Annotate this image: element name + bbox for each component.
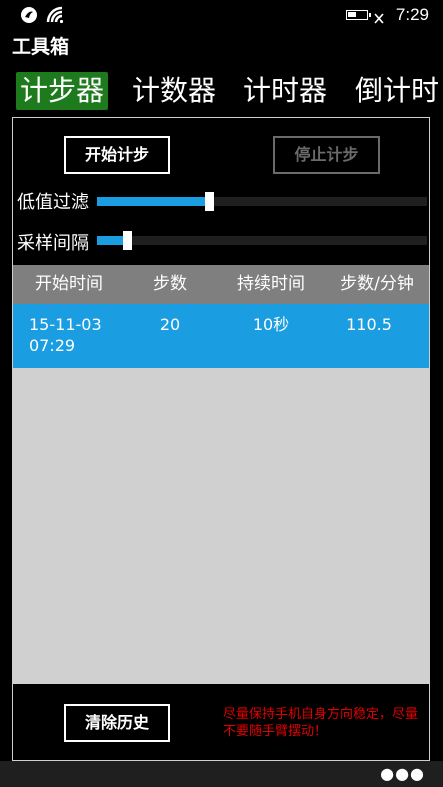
panel-footer: 清除历史 尽量保持手机自身方向稳定，尽量不要随手臂摆动！ (13, 684, 429, 760)
tab-counter[interactable]: 计数器 (132, 72, 216, 110)
stop-counting-button[interactable]: 停止计步 (273, 136, 380, 174)
column-header-duration: 持续时间 (237, 274, 305, 294)
battery-level (348, 12, 356, 17)
column-header-start-time: 开始时间 (35, 274, 103, 294)
tab-countdown[interactable]: 倒计时 (355, 72, 439, 110)
column-header-steps-per-minute: 步数/分钟 (340, 274, 414, 294)
notification-icon (20, 6, 38, 28)
tab-pedometer[interactable]: 计步器 (16, 72, 109, 110)
low-filter-label: 低值过滤 (17, 192, 89, 213)
signal-icon (46, 6, 66, 28)
low-filter-slider-fill (97, 197, 210, 206)
sample-interval-slider[interactable] (97, 231, 427, 250)
charging-x-icon (374, 9, 384, 28)
usage-tip: 尽量保持手机自身方向稳定，尽量不要随手臂摆动！ (223, 707, 419, 739)
sample-interval-label: 采样间隔 (17, 233, 89, 254)
history-row[interactable]: 15-11-03 07:29 20 10秒 110.5 (13, 304, 429, 368)
low-filter-slider[interactable] (97, 192, 427, 211)
tab-timer[interactable]: 计时器 (243, 72, 327, 110)
history-list-area[interactable] (13, 368, 429, 684)
app-title: 工具箱 (12, 36, 70, 58)
cell-start-time: 15-11-03 07:29 (29, 315, 102, 355)
status-bar: 7:29 (0, 0, 443, 32)
sample-interval-slider-thumb[interactable] (122, 231, 132, 250)
history-table-header: 开始时间 步数 持续时间 步数/分钟 (13, 265, 429, 304)
cell-steps-per-minute: 110.5 (346, 315, 392, 334)
cell-duration: 10秒 (252, 315, 290, 334)
app-bar: ●●● (0, 761, 443, 787)
battery-icon (346, 10, 371, 20)
pedometer-panel: 开始计步 停止计步 低值过滤 采样间隔 开始时间 步数 持续时间 步数/分钟 1… (12, 117, 430, 761)
low-filter-slider-thumb[interactable] (205, 192, 215, 211)
status-time: 7:29 (395, 5, 429, 24)
clear-history-button[interactable]: 清除历史 (64, 704, 170, 742)
column-header-steps: 步数 (153, 274, 187, 294)
more-options-icon[interactable]: ●●● (380, 764, 425, 783)
start-counting-button[interactable]: 开始计步 (64, 136, 170, 174)
cell-steps: 20 (159, 315, 181, 334)
